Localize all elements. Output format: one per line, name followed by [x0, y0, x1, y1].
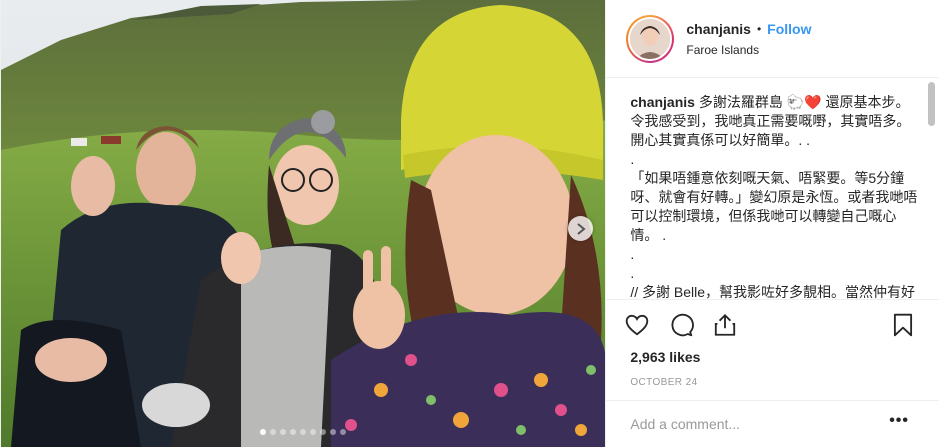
caption-body: 多謝法羅群島 🐑❤️ 還原基本步。令我感受到，我哋真正需要嘅嘢，其實唔多。開心其… [630, 94, 918, 299]
carousel-dot [290, 429, 297, 435]
carousel-dot [300, 429, 307, 435]
caption-username[interactable]: chanjanis [630, 94, 695, 110]
header-text: chanjanis • Follow Faroe Islands [686, 21, 811, 57]
chevron-right-icon [576, 222, 586, 235]
location-link[interactable]: Faroe Islands [686, 43, 811, 57]
likes-count[interactable]: 2,963 likes [630, 349, 700, 365]
action-bar [606, 299, 939, 349]
instagram-post: chanjanis • Follow Faroe Islands chanjan… [0, 0, 939, 447]
carousel-indicator [1, 429, 605, 435]
selfie-photo [1, 0, 606, 447]
separator-dot: • [756, 21, 762, 36]
carousel-dot [280, 429, 287, 435]
carousel-next-button[interactable] [568, 216, 593, 241]
bookmark-icon[interactable] [890, 312, 916, 338]
avatar[interactable] [628, 16, 673, 61]
username-link[interactable]: chanjanis [686, 21, 751, 37]
carousel-dot [340, 429, 347, 435]
post-details-panel: chanjanis • Follow Faroe Islands chanjan… [605, 0, 939, 447]
post-photo[interactable] [1, 0, 606, 447]
header-top-line: chanjanis • Follow [686, 21, 811, 37]
caption-text: chanjanis 多謝法羅群島 🐑❤️ 還原基本步。令我感受到，我哋真正需要嘅… [630, 93, 918, 299]
share-icon[interactable] [712, 312, 738, 338]
carousel-dot [320, 429, 327, 435]
avatar-image [630, 18, 671, 59]
caption-area[interactable]: chanjanis 多謝法羅群島 🐑❤️ 還原基本步。令我感受到，我哋真正需要嘅… [606, 79, 939, 299]
carousel-dot [310, 429, 317, 435]
comment-input[interactable] [630, 416, 871, 432]
carousel-dot [260, 429, 267, 435]
heart-icon[interactable] [624, 312, 650, 338]
post-header: chanjanis • Follow Faroe Islands [606, 0, 939, 78]
carousel-dot [270, 429, 277, 435]
caption-scrollbar[interactable] [928, 82, 935, 126]
post-date[interactable]: OCTOBER 24 [630, 377, 697, 388]
comment-icon[interactable] [668, 312, 695, 338]
more-options-button[interactable]: ••• [889, 412, 909, 430]
avatar-story-ring[interactable] [626, 14, 675, 63]
carousel-dot [330, 429, 337, 435]
follow-button[interactable]: Follow [767, 21, 811, 37]
